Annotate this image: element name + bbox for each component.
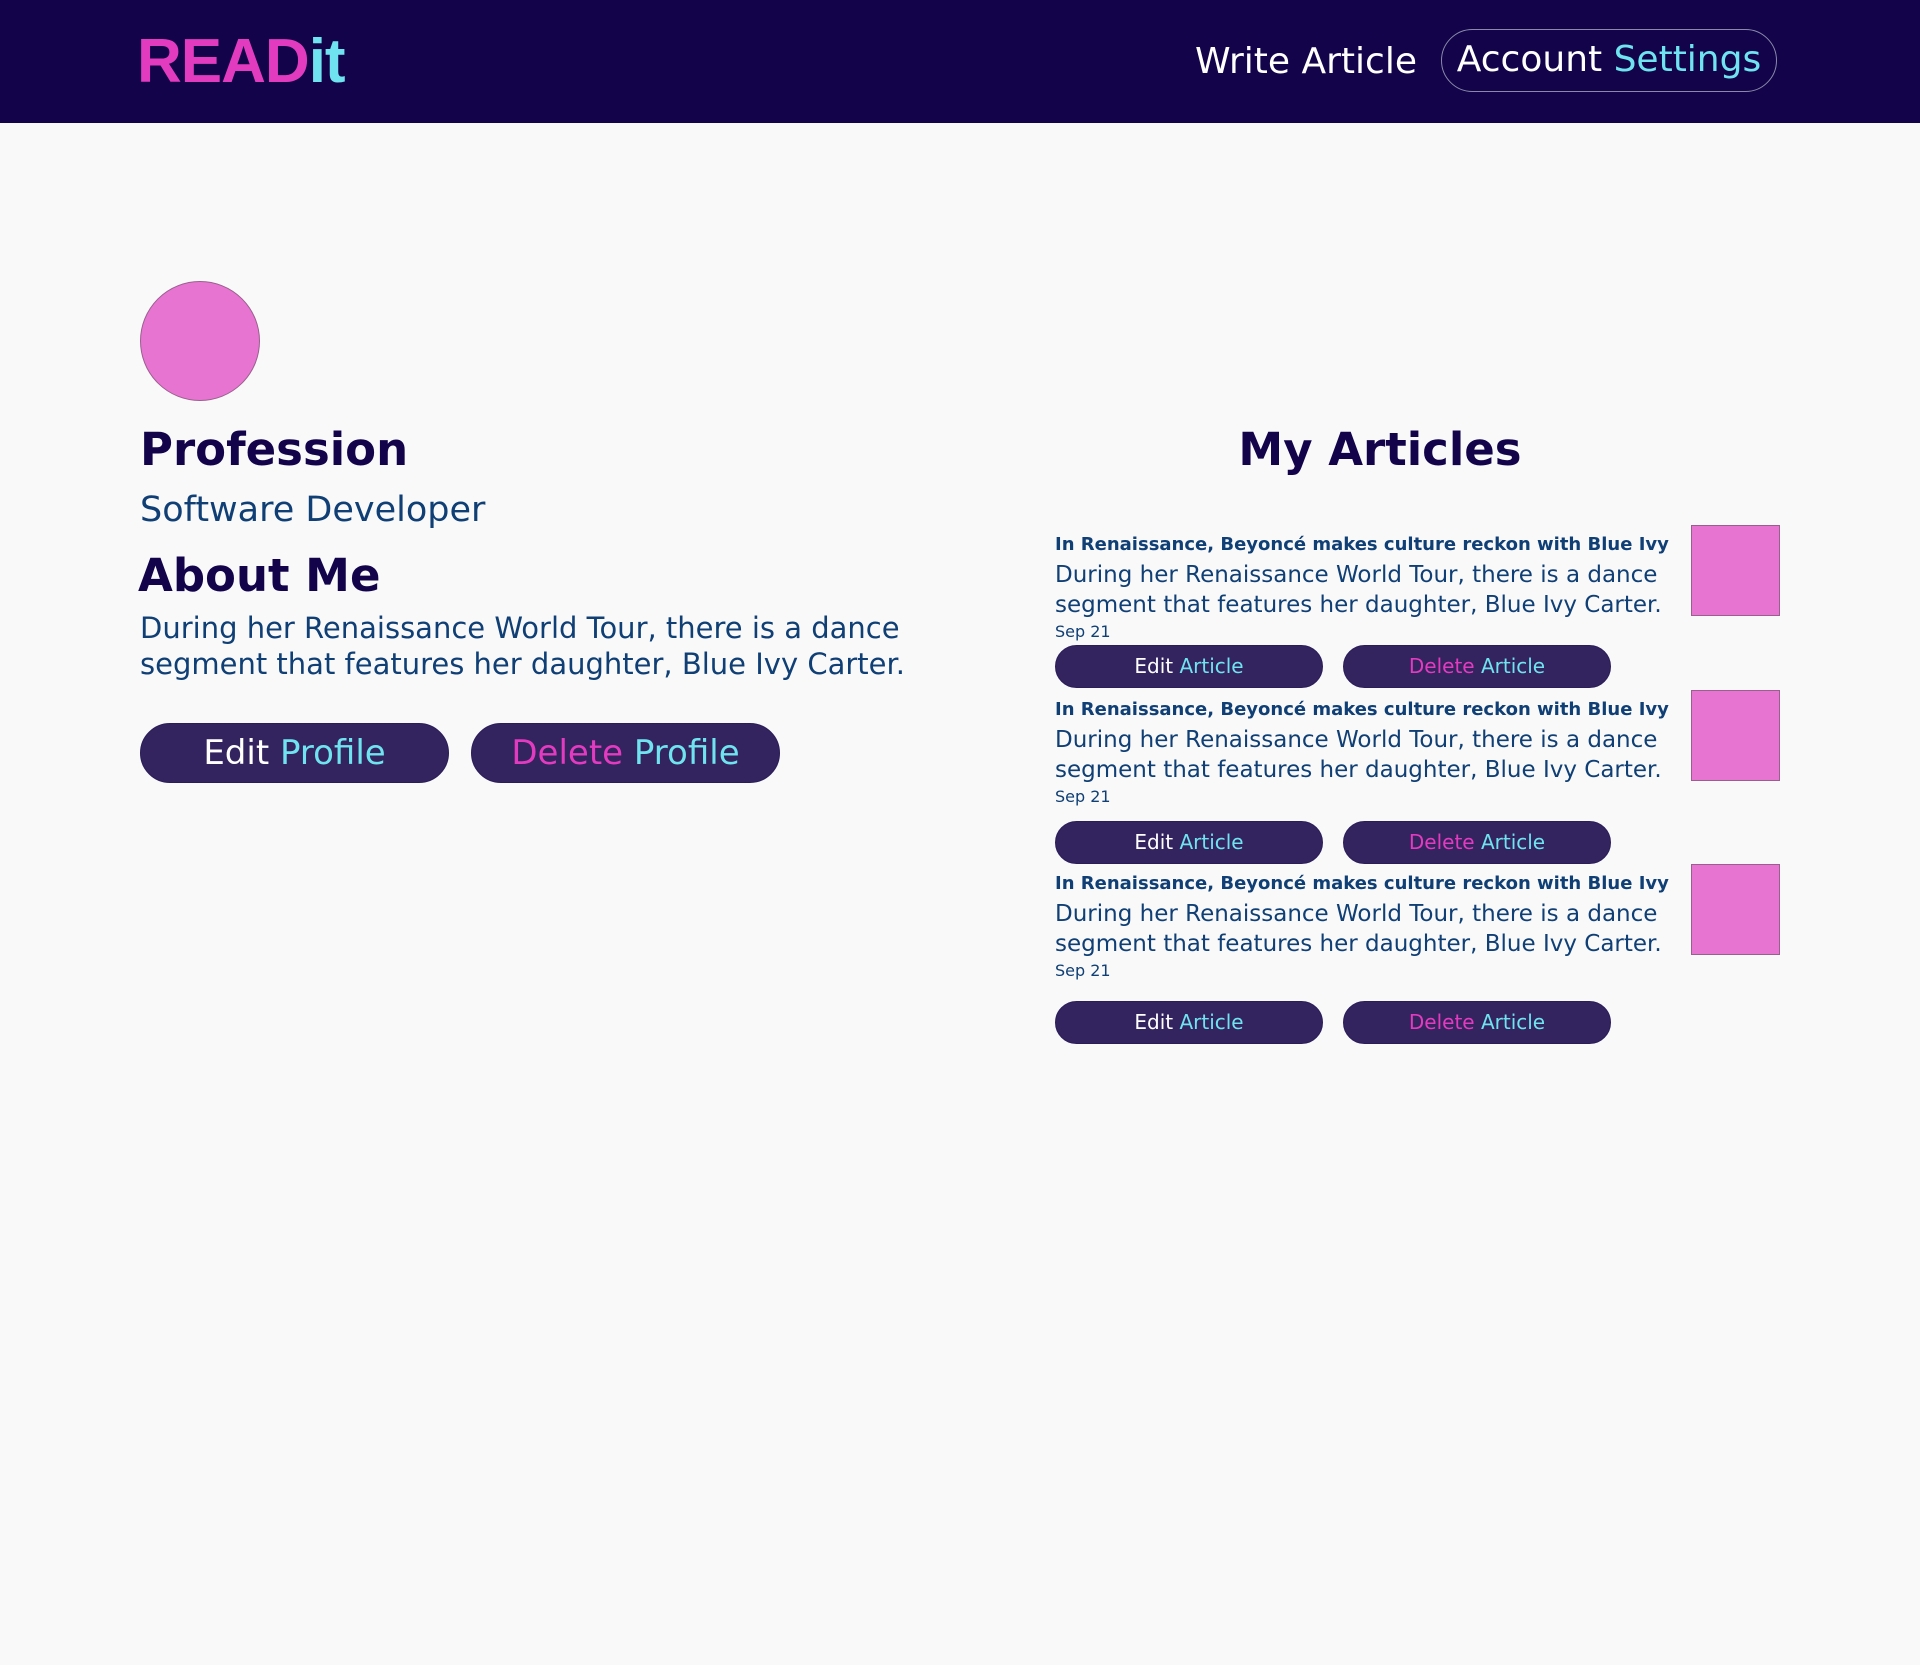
article-excerpt: During her Renaissance World Tour, there… [1055, 562, 1662, 618]
article-thumbnail [1691, 690, 1780, 781]
article-excerpt: During her Renaissance World Tour, there… [1055, 727, 1662, 783]
article-date: Sep 21 [1055, 961, 1111, 980]
edit-profile-button[interactable]: Edit Profile [140, 723, 449, 783]
profession-value: Software Developer [140, 490, 486, 530]
edit-profile-label-part1: Edit [203, 733, 270, 773]
profession-heading: Profession [140, 423, 409, 476]
article-title[interactable]: In Renaissance, Beyoncé makes culture re… [1055, 533, 1669, 557]
my-articles-heading: My Articles [1238, 423, 1522, 476]
edit-profile-label-part2: Profile [279, 733, 386, 773]
logo-read-text: READ [137, 27, 310, 96]
edit-article-label-part1: Edit [1134, 654, 1174, 678]
account-settings-label-part2: Settings [1613, 39, 1762, 80]
article-excerpt: During her Renaissance World Tour, there… [1055, 901, 1662, 957]
article-card: In Renaissance, Beyoncé makes culture re… [1055, 690, 1785, 868]
edit-article-label-part2: Article [1179, 1010, 1244, 1034]
edit-article-button[interactable]: Edit Article [1055, 821, 1323, 864]
edit-article-label-part1: Edit [1134, 1010, 1174, 1034]
delete-article-label-part2: Article [1480, 1010, 1546, 1034]
article-title[interactable]: In Renaissance, Beyoncé makes culture re… [1055, 872, 1669, 896]
article-date: Sep 21 [1055, 622, 1111, 641]
article-card: In Renaissance, Beyoncé makes culture re… [1055, 864, 1785, 1044]
edit-article-label-part2: Article [1179, 830, 1244, 854]
delete-article-label-part1: Delete [1408, 1010, 1475, 1034]
account-settings-button[interactable]: Account Settings [1441, 29, 1777, 92]
edit-article-label-part2: Article [1179, 654, 1244, 678]
delete-profile-label-part2: Profile [633, 733, 740, 773]
edit-article-button[interactable]: Edit Article [1055, 645, 1323, 688]
write-article-link[interactable]: Write Article [1195, 36, 1417, 88]
logo-it-text: it [308, 27, 346, 96]
about-me-text: During her Renaissance World Tour, there… [140, 611, 905, 681]
article-card: In Renaissance, Beyoncé makes culture re… [1055, 525, 1785, 703]
article-thumbnail [1691, 525, 1780, 616]
delete-article-label-part2: Article [1480, 654, 1546, 678]
account-settings-label-part1: Account [1456, 39, 1603, 80]
delete-article-label-part1: Delete [1408, 830, 1475, 854]
article-thumbnail [1691, 864, 1780, 955]
delete-profile-label-part1: Delete [511, 733, 624, 773]
delete-article-label-part2: Article [1480, 830, 1546, 854]
delete-article-button[interactable]: Delete Article [1343, 821, 1611, 864]
delete-article-button[interactable]: Delete Article [1343, 1001, 1611, 1044]
article-title[interactable]: In Renaissance, Beyoncé makes culture re… [1055, 698, 1669, 722]
delete-article-label-part1: Delete [1408, 654, 1475, 678]
edit-article-button[interactable]: Edit Article [1055, 1001, 1323, 1044]
edit-article-label-part1: Edit [1134, 830, 1174, 854]
about-me-heading: About Me [138, 549, 381, 602]
delete-profile-button[interactable]: Delete Profile [471, 723, 780, 783]
article-date: Sep 21 [1055, 787, 1111, 806]
delete-article-button[interactable]: Delete Article [1343, 645, 1611, 688]
readit-logo[interactable]: READit [137, 26, 346, 98]
avatar [140, 281, 260, 401]
top-navbar: READit Write Article Account Settings [0, 0, 1920, 123]
